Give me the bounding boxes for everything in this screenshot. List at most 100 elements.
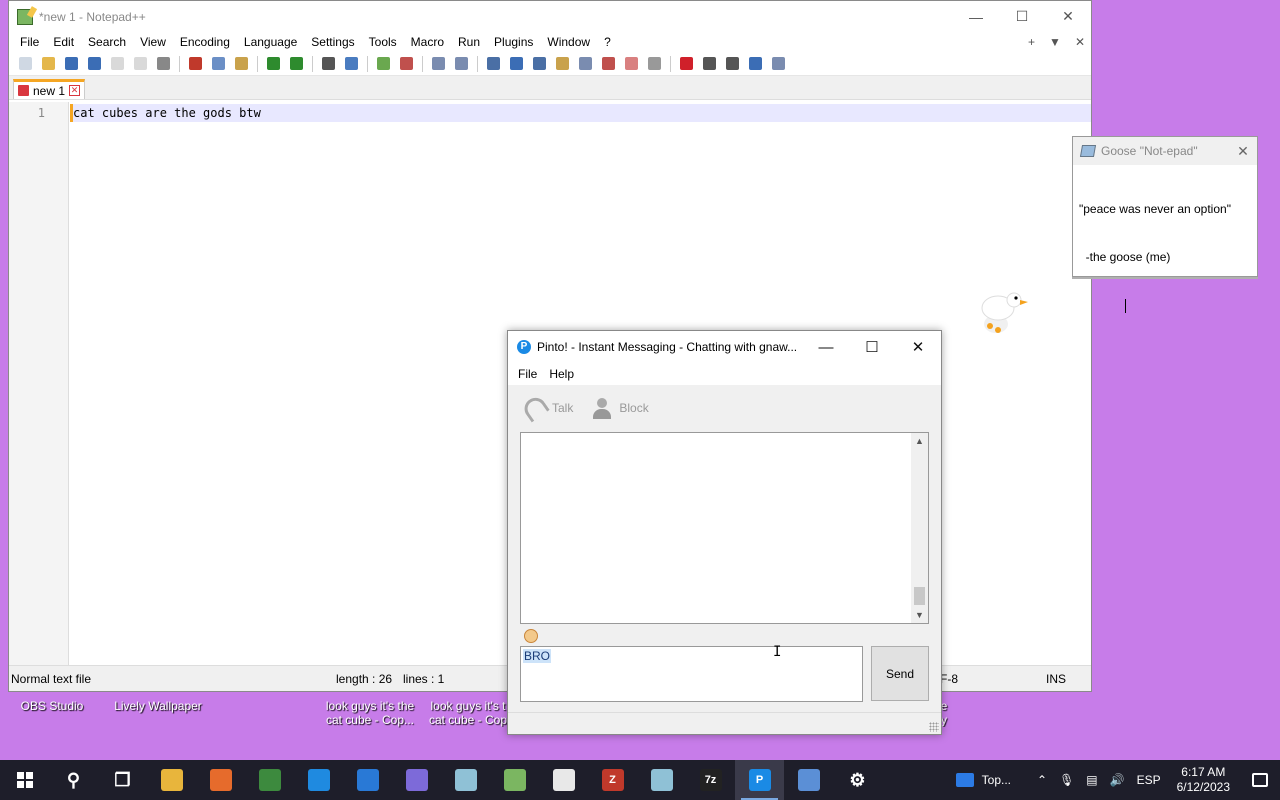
microphone-icon[interactable]: 🎙 [1053, 773, 1080, 787]
toolbar-button-icon[interactable] [483, 55, 504, 73]
menu-file[interactable]: File [13, 35, 46, 49]
toolbar-button-icon[interactable] [208, 55, 229, 73]
editor-line-text[interactable]: cat cubes are the gods btw [73, 106, 261, 120]
toolbar-button-icon[interactable] [263, 55, 284, 73]
taskbar-task-view-button[interactable]: ❐ [98, 760, 147, 800]
pinto-titlebar[interactable]: P Pinto! - Instant Messaging - Chatting … [508, 331, 941, 363]
toolbar-button-icon[interactable] [676, 55, 697, 73]
resize-grip-icon[interactable] [929, 722, 939, 732]
menu-help[interactable]: ? [597, 35, 618, 49]
taskbar-notepadpp-button[interactable] [490, 760, 539, 800]
new-tab-plus-icon[interactable]: + [1028, 35, 1035, 49]
desktop-icon-cat-cube-1[interactable]: look guys it's the cat cube - Cop... [320, 699, 420, 727]
toolbar-button-icon[interactable] [107, 55, 128, 73]
toolbar-button-icon[interactable] [598, 55, 619, 73]
scroll-down-icon[interactable]: ▼ [911, 607, 928, 623]
maximize-button[interactable]: ☐ [999, 1, 1045, 32]
menu-macro[interactable]: Macro [404, 35, 451, 49]
toolbar-button-icon[interactable] [506, 55, 527, 73]
taskbar-settings-button[interactable]: ⚙ [833, 760, 882, 800]
status-encoding[interactable]: F-8 [940, 672, 958, 686]
minimize-button[interactable]: — [953, 1, 999, 32]
widget-button[interactable]: Top... [950, 773, 1017, 787]
taskbar-chrome-button[interactable] [245, 760, 294, 800]
toolbar-button-icon[interactable] [15, 55, 36, 73]
toolbar-button-icon[interactable] [768, 55, 789, 73]
taskbar-search-button[interactable]: ⚲ [49, 760, 98, 800]
toolbar-button-icon[interactable] [84, 55, 105, 73]
toolbar-button-icon[interactable] [644, 55, 665, 73]
toolbar-button-icon[interactable] [61, 55, 82, 73]
desktop-icon-obs[interactable]: OBS Studio [12, 699, 92, 713]
pinto-menu-file[interactable]: File [512, 367, 543, 381]
taskbar-file-explorer-button[interactable] [147, 760, 196, 800]
pinto-menu-help[interactable]: Help [543, 367, 580, 381]
taskbar-firefox-button[interactable] [196, 760, 245, 800]
toolbar-button-icon[interactable] [153, 55, 174, 73]
taskbar-notepad-generic-button[interactable] [441, 760, 490, 800]
toolbar-button-icon[interactable] [529, 55, 550, 73]
menu-settings[interactable]: Settings [304, 35, 361, 49]
toolbar-button-icon[interactable] [722, 55, 743, 73]
taskbar-remote-desktop-button[interactable] [784, 760, 833, 800]
taskbar-pinto-button[interactable]: P [735, 760, 784, 800]
toolbar-button-icon[interactable] [130, 55, 151, 73]
network-icon[interactable]: ▤ [1080, 773, 1103, 787]
toolbar-button-icon[interactable] [318, 55, 339, 73]
menu-encoding[interactable]: Encoding [173, 35, 237, 49]
message-input[interactable]: BRO [520, 646, 863, 702]
desktop-icon-cat-cube-2[interactable]: look guys it's t cat cube - Cop [428, 699, 508, 727]
toolbar-button-icon[interactable] [428, 55, 449, 73]
toolbar-button-icon[interactable] [745, 55, 766, 73]
chevron-up-icon[interactable]: ⌃ [1031, 773, 1053, 787]
toolbar-button-icon[interactable] [373, 55, 394, 73]
talk-button[interactable]: Talk [520, 393, 573, 423]
desktop-icon-lively[interactable]: Lively Wallpaper [108, 699, 208, 713]
menu-search[interactable]: Search [81, 35, 133, 49]
language-indicator[interactable]: ESP [1131, 773, 1167, 787]
toolbar-button-icon[interactable] [575, 55, 596, 73]
menu-view[interactable]: View [133, 35, 173, 49]
toolbar-button-icon[interactable] [451, 55, 472, 73]
scroll-up-icon[interactable]: ▲ [911, 433, 928, 449]
taskbar-edge-button[interactable] [294, 760, 343, 800]
toolbar-button-icon[interactable] [185, 55, 206, 73]
toolbar-button-icon[interactable] [621, 55, 642, 73]
tab-list-dropdown-icon[interactable]: ▼ [1049, 35, 1061, 49]
toolbar-button-icon[interactable] [699, 55, 720, 73]
volume-icon[interactable]: 🔊 [1104, 773, 1131, 787]
tab-new-1[interactable]: new 1 ✕ [13, 79, 86, 99]
menu-run[interactable]: Run [451, 35, 487, 49]
send-button[interactable]: Send [871, 646, 929, 701]
close-button[interactable]: ✕ [1045, 1, 1091, 32]
start-button[interactable] [0, 760, 49, 800]
notifications-icon[interactable] [1240, 760, 1280, 800]
toolbar-button-icon[interactable] [231, 55, 252, 73]
goose-close-button[interactable]: ✕ [1229, 143, 1257, 160]
toolbar-button-icon[interactable] [286, 55, 307, 73]
clock[interactable]: 6:17 AM 6/12/2023 [1167, 765, 1240, 795]
pinto-minimize-button[interactable]: — [803, 331, 849, 363]
chat-scrollbar[interactable]: ▲ ▼ [911, 433, 928, 623]
menu-tools[interactable]: Tools [362, 35, 404, 49]
toolbar-button-icon[interactable] [396, 55, 417, 73]
menu-edit[interactable]: Edit [46, 35, 81, 49]
taskbar-snipping-button[interactable] [392, 760, 441, 800]
toolbar-button-icon[interactable] [552, 55, 573, 73]
taskbar-filezilla-button[interactable]: Z [588, 760, 637, 800]
pinto-maximize-button[interactable]: ☐ [849, 331, 895, 363]
toolbar-button-icon[interactable] [38, 55, 59, 73]
palette-icon[interactable] [524, 629, 538, 643]
notepadpp-titlebar[interactable]: *new 1 - Notepad++ — ☐ ✕ [9, 1, 1091, 32]
scroll-thumb[interactable] [914, 587, 925, 605]
pinto-close-button[interactable]: ✕ [895, 331, 941, 363]
menu-plugins[interactable]: Plugins [487, 35, 540, 49]
menu-language[interactable]: Language [237, 35, 304, 49]
toolbar-button-icon[interactable] [341, 55, 362, 73]
taskbar-notepad-blue-button[interactable] [637, 760, 686, 800]
goose-text-area[interactable]: "peace was never an option" -the goose (… [1073, 165, 1257, 349]
goose-titlebar[interactable]: Goose "Not-epad" ✕ [1073, 137, 1257, 165]
tab-close-icon[interactable]: ✕ [69, 85, 81, 96]
menu-window[interactable]: Window [540, 35, 597, 49]
taskbar-cube-button[interactable] [539, 760, 588, 800]
